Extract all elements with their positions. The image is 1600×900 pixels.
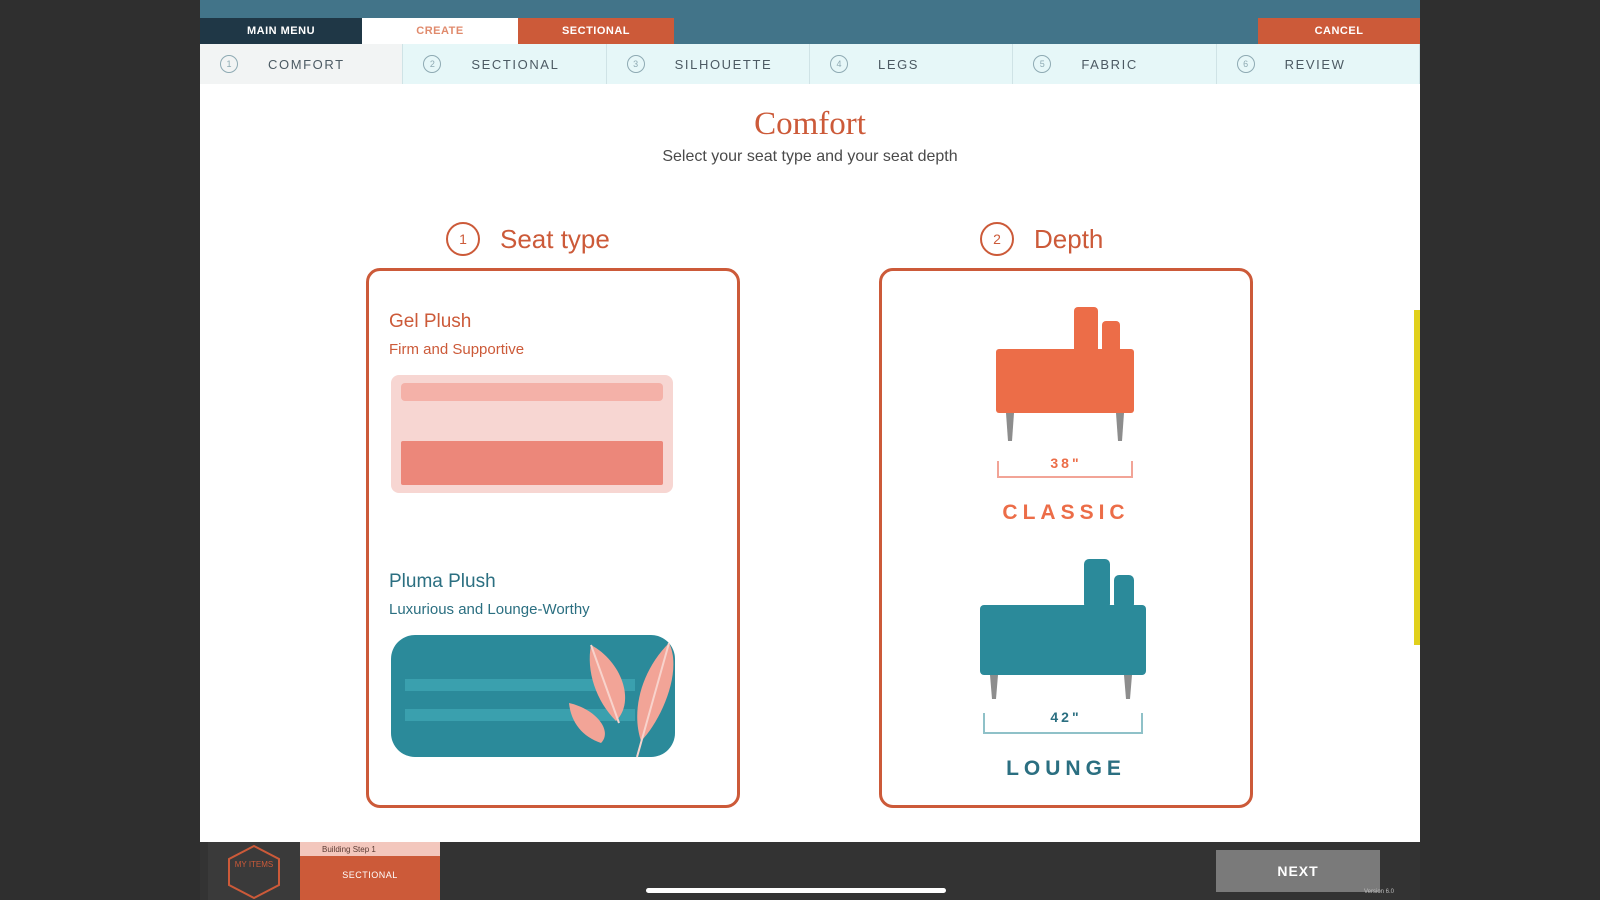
tab-sectional[interactable]: SECTIONAL [518,18,674,44]
top-bar: MAIN MENU CREATE SECTIONAL CANCEL [200,0,1420,44]
section-number: 2 [980,222,1014,256]
page-title: Comfort [754,106,866,142]
step-number: 1 [220,55,238,73]
next-button[interactable]: NEXT [1216,850,1380,892]
step-number: 3 [626,55,645,73]
step-label: COMFORT [268,56,345,72]
classic-depth-option[interactable]: 38" CLASSIC [882,301,1250,541]
my-items-button[interactable]: MY ITEMS [208,842,300,900]
scroll-indicator[interactable] [1414,310,1420,645]
option-title: Pluma Plush [389,571,496,592]
step-number: 6 [1236,55,1255,73]
depth-option-label: CLASSIC [1002,501,1130,524]
section-title: Depth [1034,223,1104,254]
step-legs[interactable]: 4 LEGS [809,44,1014,84]
depth-dimension: 38" [1050,455,1082,471]
seat-type-heading: 1 Seat type [446,222,610,256]
build-card[interactable]: Building Step 1 SECTIONAL [300,842,440,900]
step-navigation: 1 COMFORT 2 SECTIONAL 3 SILHOUETTE 4 LEG… [200,44,1420,84]
step-label: SILHOUETTE [674,56,773,72]
lounge-depth-option[interactable]: 42" LOUNGE [882,557,1250,797]
step-number: 2 [423,55,442,73]
step-label: FABRIC [1081,56,1138,72]
classic-sofa-icon [996,307,1134,441]
cancel-button[interactable]: CANCEL [1258,18,1420,44]
build-step-label: Building Step 1 [300,842,440,856]
feather-cushion-icon [391,635,675,758]
page-subtitle: Select your seat type and your seat dept… [662,148,958,165]
build-name: SECTIONAL [342,870,398,880]
step-label: SECTIONAL [471,56,560,72]
cushion-top-band [401,383,663,401]
depth-dimension: 42" [1050,709,1082,725]
tab-main-menu[interactable]: MAIN MENU [200,18,362,44]
step-number: 4 [829,55,848,73]
depth-panel: 38" CLASSIC 42" LOUNGE [879,268,1253,808]
step-number: 5 [1033,55,1052,73]
app-window: MAIN MENU CREATE SECTIONAL CANCEL 1 COMF… [200,0,1420,900]
section-number: 1 [446,222,480,256]
option-subtitle: Firm and Supportive [389,341,525,358]
my-items-label: MY ITEMS [234,860,274,869]
gel-cushion-icon [391,375,673,493]
step-fabric[interactable]: 5 FABRIC [1013,44,1217,84]
option-subtitle: Luxurious and Lounge-Worthy [389,601,590,618]
option-title: Gel Plush [389,311,472,332]
tab-create[interactable]: CREATE [362,18,518,44]
section-title: Seat type [500,223,610,254]
step-silhouette[interactable]: 3 SILHOUETTE [606,44,810,84]
step-sectional[interactable]: 2 SECTIONAL [403,44,607,84]
depth-option-label: LOUNGE [1006,757,1126,780]
step-review[interactable]: 6 REVIEW [1216,44,1420,84]
depth-heading: 2 Depth [980,222,1103,256]
cushion-bottom-band [401,441,663,485]
home-indicator [646,888,946,893]
step-comfort[interactable]: 1 COMFORT [200,44,404,84]
lounge-sofa-icon [980,559,1146,699]
version-label: Version 6.0 [1364,889,1395,895]
step-label: LEGS [877,56,920,72]
step-label: REVIEW [1284,56,1346,72]
hexagon-icon [228,844,280,899]
seat-type-panel: Gel Plush Firm and Supportive Pluma Plus… [366,268,740,808]
